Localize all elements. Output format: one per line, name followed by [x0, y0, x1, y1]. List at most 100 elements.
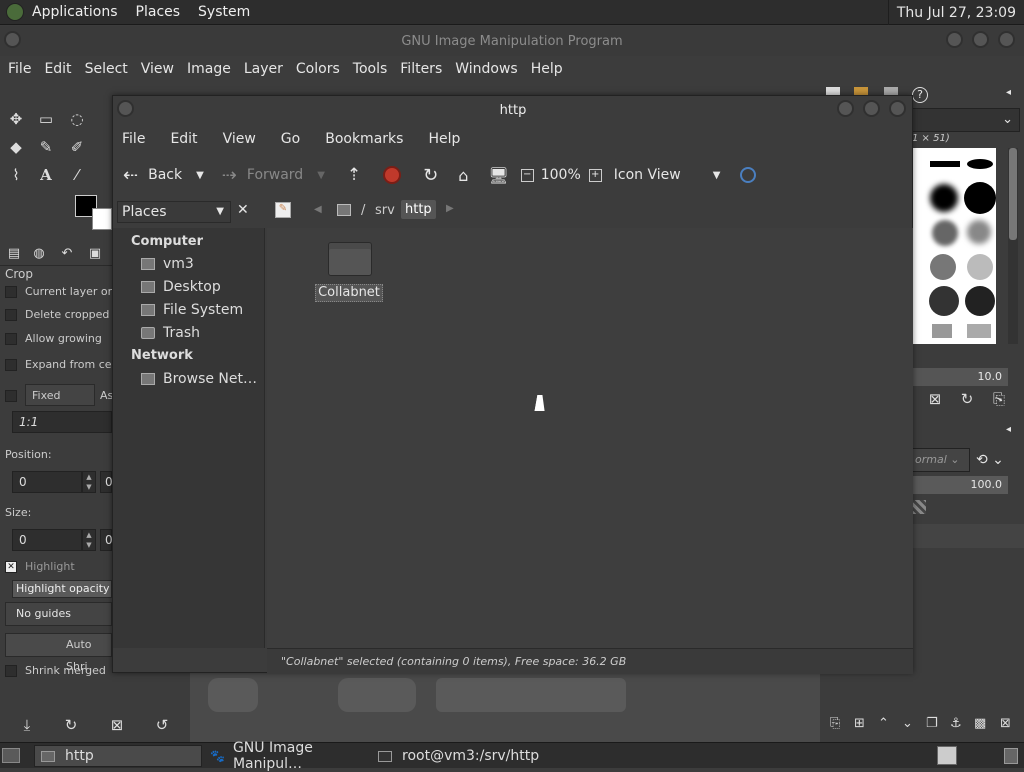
- brush-swatch[interactable]: [930, 254, 956, 280]
- path-tool-icon[interactable]: ⌇: [7, 166, 25, 184]
- fm-menu-view[interactable]: View: [207, 131, 265, 147]
- highlight-option[interactable]: ✕ Highlight: [5, 560, 75, 573]
- layer-mode-reset-icon[interactable]: ⟲ ⌄: [976, 452, 1004, 468]
- brush-filter-combo[interactable]: ⌄: [912, 108, 1020, 132]
- current-layer-only-checkbox[interactable]: [5, 286, 17, 298]
- brush-swatch[interactable]: [932, 324, 952, 338]
- allow-growing-option[interactable]: Allow growing: [5, 332, 102, 345]
- refresh-brushes-icon[interactable]: ↻: [958, 390, 976, 408]
- brush-swatch[interactable]: [932, 220, 958, 246]
- aspect-ratio-field[interactable]: 1:1: [12, 411, 112, 433]
- forward-button[interactable]: ⇢ Forward: [222, 165, 303, 186]
- trash-applet-icon[interactable]: [1004, 748, 1018, 764]
- delete-cropped-checkbox[interactable]: [5, 309, 17, 321]
- edit-brush-icon[interactable]: ⊠: [926, 390, 944, 408]
- gimp-menu-file[interactable]: File: [0, 61, 36, 77]
- brush-scrollbar-thumb[interactable]: [1009, 148, 1017, 240]
- applications-menu[interactable]: Applications: [32, 4, 127, 20]
- fm-maximize-button[interactable]: [863, 100, 880, 117]
- fm-menu-edit[interactable]: Edit: [154, 131, 206, 147]
- forward-history-dropdown-icon[interactable]: ▼: [317, 170, 325, 181]
- fixed-checkbox[interactable]: [5, 390, 17, 402]
- delete-cropped-option[interactable]: Delete cropped pi: [5, 308, 123, 321]
- bucket-fill-tool-icon[interactable]: ◆: [7, 138, 25, 156]
- gimp-close-button[interactable]: [998, 31, 1015, 48]
- fm-minimize-button[interactable]: [837, 100, 854, 117]
- gimp-menu-image[interactable]: Image: [179, 61, 236, 77]
- brush-swatch[interactable]: [967, 220, 991, 244]
- brush-tool-icon[interactable]: ✐: [68, 138, 86, 156]
- delete-layer-icon[interactable]: ⊠: [1000, 716, 1011, 731]
- system-menu[interactable]: System: [189, 4, 259, 20]
- delete-options-icon[interactable]: ⊠: [108, 716, 126, 734]
- stop-icon[interactable]: [383, 166, 402, 184]
- brush-swatch[interactable]: [964, 182, 996, 214]
- search-icon[interactable]: [740, 167, 757, 183]
- new-layer-group-icon[interactable]: ⊞: [854, 716, 865, 731]
- highlight-opacity-slider[interactable]: Highlight opacity: [12, 580, 112, 598]
- sidebar-item-browse-network[interactable]: Browse Net…: [141, 371, 257, 387]
- sidebar-item-desktop[interactable]: Desktop: [141, 279, 221, 295]
- move-tool-icon[interactable]: ✥: [7, 110, 25, 128]
- path-scroll-left-icon[interactable]: ◀: [314, 204, 322, 215]
- brush-swatch[interactable]: [929, 286, 959, 316]
- rect-select-tool-icon[interactable]: ▭: [37, 110, 55, 128]
- brush-swatch[interactable]: [965, 286, 995, 316]
- close-sidebar-icon[interactable]: ✕: [237, 202, 249, 218]
- fm-window-menu-button[interactable]: [117, 100, 134, 117]
- fm-close-button[interactable]: [889, 100, 906, 117]
- gimp-menu-filters[interactable]: Filters: [392, 61, 447, 77]
- brush-swatch[interactable]: [930, 184, 958, 212]
- places-menu[interactable]: Places: [127, 4, 190, 20]
- position-x-field[interactable]: 0: [12, 471, 82, 493]
- brush-scrollbar[interactable]: [1008, 148, 1018, 344]
- sidebar-item-vm3[interactable]: vm3: [141, 256, 194, 272]
- gimp-menu-edit[interactable]: Edit: [36, 61, 76, 77]
- gimp-menu-layer[interactable]: Layer: [236, 61, 288, 77]
- window-menu-button[interactable]: [4, 31, 21, 48]
- size-x-field[interactable]: 0: [12, 529, 82, 551]
- shrink-merged-checkbox[interactable]: [5, 665, 17, 677]
- show-desktop-icon[interactable]: [2, 748, 20, 763]
- brush-swatch[interactable]: [967, 324, 991, 338]
- back-history-dropdown-icon[interactable]: ▼: [196, 170, 204, 181]
- allow-growing-checkbox[interactable]: [5, 333, 17, 345]
- reset-options-icon[interactable]: ↺: [153, 716, 171, 734]
- places-combo[interactable]: Places ▼: [117, 201, 231, 223]
- task-terminal[interactable]: root@vm3:/srv/http: [372, 745, 540, 767]
- brush-swatch[interactable]: [967, 254, 993, 280]
- guides-combo[interactable]: No guides: [5, 602, 112, 626]
- open-brush-icon[interactable]: ⎘: [990, 390, 1008, 408]
- expand-from-center-checkbox[interactable]: [5, 359, 17, 371]
- duplicate-layer-icon[interactable]: ❐: [926, 716, 938, 731]
- position-y-field[interactable]: 0: [100, 471, 113, 493]
- brush-swatch[interactable]: [967, 159, 993, 169]
- help-icon[interactable]: ?: [912, 87, 928, 103]
- highlight-checkbox[interactable]: ✕: [5, 561, 17, 573]
- color-picker-tool-icon[interactable]: ⁄: [68, 166, 86, 184]
- gimp-minimize-button[interactable]: [946, 31, 963, 48]
- path-root-drive-icon[interactable]: [337, 204, 351, 216]
- layer-opacity-slider[interactable]: 100.0: [912, 476, 1008, 494]
- reload-icon[interactable]: ↻: [423, 165, 438, 186]
- view-mode-combo[interactable]: Icon View ▼: [614, 167, 721, 183]
- position-x-spinner[interactable]: ▲ ▼: [82, 471, 96, 493]
- lasso-tool-icon[interactable]: ◌: [68, 110, 86, 128]
- undo-history-tab-icon[interactable]: ↶: [58, 245, 76, 263]
- task-gimp[interactable]: 🐾 GNU Image Manipul…: [204, 740, 372, 772]
- new-layer-icon[interactable]: ⎘: [830, 716, 840, 731]
- sidebar-item-trash[interactable]: Trash: [141, 325, 200, 341]
- auto-shrink-button[interactable]: Auto Shri: [5, 633, 112, 673]
- layers-list[interactable]: [912, 524, 1024, 548]
- paint-tool-icon[interactable]: ✎: [37, 138, 55, 156]
- gimp-menu-tools[interactable]: Tools: [345, 61, 393, 77]
- device-status-tab-icon[interactable]: ◍: [30, 245, 48, 263]
- size-x-spinner[interactable]: ▲ ▼: [82, 529, 96, 551]
- sidebar-item-file-system[interactable]: File System: [141, 302, 243, 318]
- fm-menu-help[interactable]: Help: [412, 131, 469, 147]
- layer-mode-combo[interactable]: ormal ⌄: [912, 448, 970, 472]
- background-color-swatch[interactable]: [92, 208, 112, 230]
- zoom-level[interactable]: 100%: [541, 167, 581, 183]
- tool-options-tab-icon[interactable]: ▤: [5, 245, 23, 263]
- path-segment-http[interactable]: http: [401, 200, 436, 219]
